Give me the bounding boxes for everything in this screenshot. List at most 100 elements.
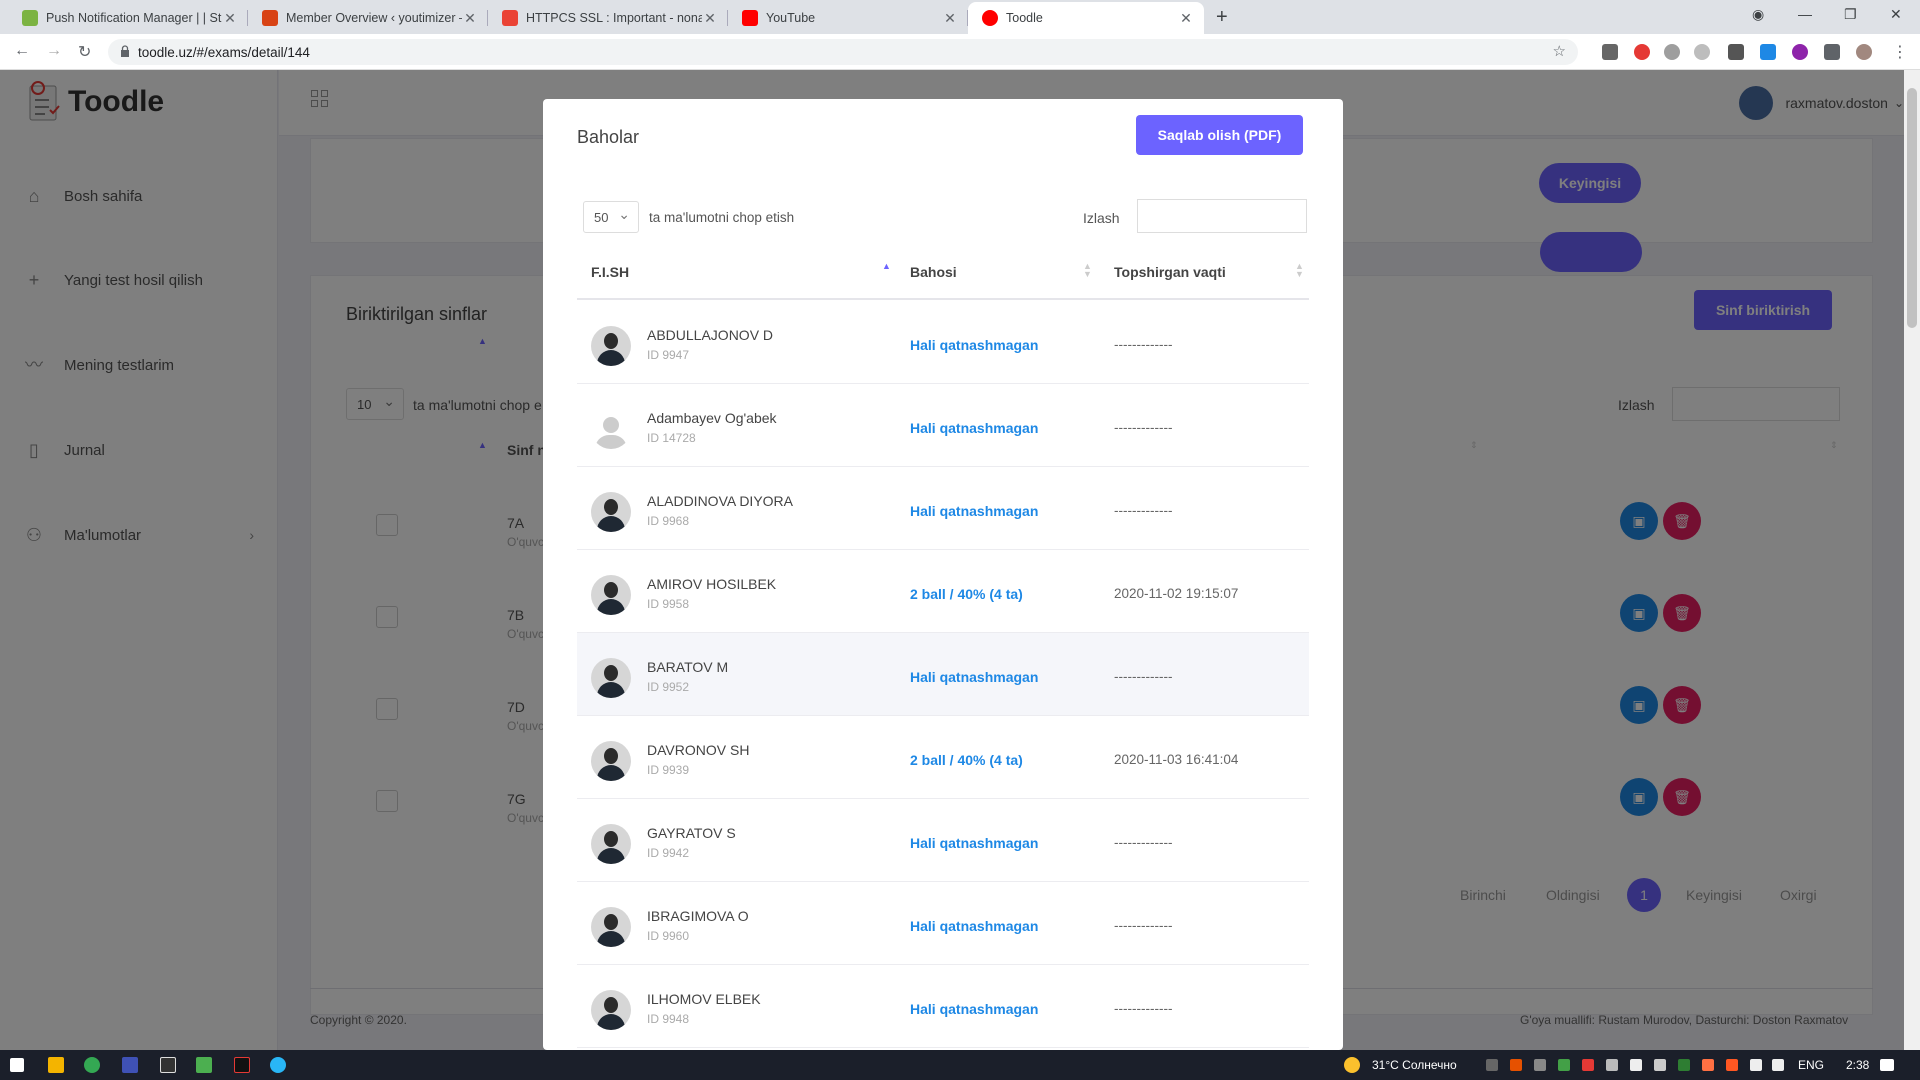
- app-icon[interactable]: [234, 1057, 250, 1073]
- search-input[interactable]: [1137, 199, 1307, 233]
- save-pdf-button[interactable]: Saqlab olish (PDF): [1136, 115, 1303, 155]
- network-icon[interactable]: [1750, 1059, 1762, 1071]
- student-photo: [591, 824, 631, 864]
- browser-tab-strip: Push Notification Manager | | Stu ✕ Memb…: [0, 0, 1920, 34]
- menu-kebab-icon[interactable]: ⋮: [1892, 42, 1908, 62]
- browser-tab[interactable]: YouTube ✕: [728, 2, 968, 34]
- submit-time: -------------: [1114, 1001, 1173, 1016]
- tray-icon[interactable]: [1534, 1059, 1546, 1071]
- table-row[interactable]: IBRAGIMOVA O ID 9960 Hali qatnashmagan -…: [577, 882, 1309, 965]
- close-tab-icon[interactable]: ✕: [222, 10, 238, 27]
- student-grade[interactable]: Hali qatnashmagan: [910, 1001, 1038, 1017]
- telegram-icon[interactable]: [270, 1057, 286, 1073]
- tray-icon[interactable]: [1606, 1059, 1618, 1071]
- submit-time: -------------: [1114, 835, 1173, 850]
- table-row[interactable]: DAVRONOV SH ID 9939 2 ball / 40% (4 ta) …: [577, 716, 1309, 799]
- notifications-icon[interactable]: [1880, 1059, 1894, 1071]
- table-row[interactable]: ALADDINOVA DIYORA ID 9968 Hali qatnashma…: [577, 467, 1309, 550]
- browser-tab[interactable]: HTTPCS SSL : Important - nonam ✕: [488, 2, 728, 34]
- restore-icon[interactable]: ❐: [1844, 6, 1857, 23]
- tab-favicon-icon: [502, 10, 518, 26]
- table-row[interactable]: ABDULLAJONOV D ID 9947 Hali qatnashmagan…: [577, 301, 1309, 384]
- address-bar[interactable]: toodle.uz/#/exams/detail/144 ☆: [108, 39, 1578, 65]
- tray-icon[interactable]: [1726, 1059, 1738, 1071]
- file-explorer-icon[interactable]: [48, 1057, 64, 1073]
- bookmark-star-icon[interactable]: ☆: [1553, 42, 1566, 60]
- tray-icon[interactable]: [1702, 1059, 1714, 1071]
- chrome-icon[interactable]: [84, 1057, 100, 1073]
- tray-icon[interactable]: [1582, 1059, 1594, 1071]
- tab-title: Toodle: [1006, 11, 1043, 25]
- page-scrollbar[interactable]: [1904, 70, 1920, 1050]
- extension-icon[interactable]: [1728, 44, 1744, 60]
- sort-asc-icon[interactable]: ▲: [882, 262, 891, 271]
- student-grade[interactable]: Hali qatnashmagan: [910, 669, 1038, 685]
- profile-icon[interactable]: [1856, 44, 1872, 60]
- page-size-select[interactable]: 50: [583, 201, 639, 233]
- student-grade[interactable]: Hali qatnashmagan: [910, 918, 1038, 934]
- student-photo-placeholder: [591, 409, 631, 449]
- tray-icon[interactable]: [1558, 1059, 1570, 1071]
- column-header-time[interactable]: Topshirgan vaqti: [1114, 264, 1226, 280]
- student-name: DAVRONOV SH: [647, 742, 750, 758]
- extension-icon[interactable]: [1792, 44, 1808, 60]
- close-tab-icon[interactable]: ✕: [462, 10, 478, 27]
- student-grade[interactable]: 2 ball / 40% (4 ta): [910, 586, 1023, 602]
- tray-icon[interactable]: [1654, 1059, 1666, 1071]
- reload-icon[interactable]: ↻: [78, 42, 91, 62]
- student-name: BARATOV M: [647, 659, 729, 675]
- app-icon[interactable]: [122, 1057, 138, 1073]
- table-row[interactable]: GAYRATOV S ID 9942 Hali qatnashmagan ---…: [577, 799, 1309, 882]
- forward-icon[interactable]: →: [46, 42, 62, 60]
- student-grade[interactable]: Hali qatnashmagan: [910, 337, 1038, 353]
- table-row[interactable]: Adambayev Og'abek ID 14728 Hali qatnashm…: [577, 384, 1309, 467]
- column-header-grade[interactable]: Bahosi: [910, 264, 957, 280]
- column-header-name[interactable]: F.I.SH: [591, 264, 629, 280]
- extension-icon[interactable]: [1634, 44, 1650, 60]
- close-tab-icon[interactable]: ✕: [1178, 10, 1194, 27]
- close-window-icon[interactable]: ✕: [1890, 6, 1902, 23]
- sort-icon[interactable]: ▲ ▼: [1295, 262, 1304, 279]
- tray-icon[interactable]: [1630, 1059, 1642, 1071]
- close-tab-icon[interactable]: ✕: [942, 10, 958, 27]
- minimize-icon[interactable]: —: [1798, 6, 1812, 22]
- tray-icon[interactable]: [1678, 1059, 1690, 1071]
- table-header: F.I.SH ▲ Bahosi ▲ ▼ Topshirgan vaqti ▲ ▼: [577, 244, 1309, 300]
- student-grade[interactable]: Hali qatnashmagan: [910, 420, 1038, 436]
- extension-icon[interactable]: [1602, 44, 1618, 60]
- tab-search-icon[interactable]: ◉: [1752, 6, 1764, 23]
- browser-tab[interactable]: Push Notification Manager | | Stu ✕: [8, 2, 248, 34]
- submit-time: -------------: [1114, 337, 1173, 352]
- tray-icon[interactable]: [1486, 1059, 1498, 1071]
- scrollbar-thumb[interactable]: [1907, 88, 1917, 328]
- student-grade[interactable]: Hali qatnashmagan: [910, 503, 1038, 519]
- table-row-hovered[interactable]: BARATOV M ID 9952 Hali qatnashmagan ----…: [577, 633, 1309, 716]
- table-row[interactable]: ILHOMOV ELBEK ID 9948 Hali qatnashmagan …: [577, 965, 1309, 1048]
- sort-icon[interactable]: ▲ ▼: [1083, 262, 1092, 279]
- table-row[interactable]: AMIROV HOSILBEK ID 9958 2 ball / 40% (4 …: [577, 550, 1309, 633]
- windows-start-icon[interactable]: [10, 1058, 24, 1072]
- extension-icon[interactable]: [1694, 44, 1710, 60]
- browser-tab[interactable]: Member Overview ‹ youtimizer – ✕: [248, 2, 488, 34]
- tray-icon[interactable]: [1510, 1059, 1522, 1071]
- student-grade[interactable]: Hali qatnashmagan: [910, 835, 1038, 851]
- grades-modal: Baholar Saqlab olish (PDF) 50 ta ma'lumo…: [543, 99, 1343, 1050]
- submit-time: 2020-11-02 19:15:07: [1114, 586, 1239, 601]
- student-grade[interactable]: 2 ball / 40% (4 ta): [910, 752, 1023, 768]
- student-photo: [591, 990, 631, 1030]
- phpstorm-icon[interactable]: [160, 1057, 176, 1073]
- clock[interactable]: 2:38: [1846, 1058, 1869, 1072]
- app-icon[interactable]: [196, 1057, 212, 1073]
- volume-icon[interactable]: [1772, 1059, 1784, 1071]
- browser-tab-active[interactable]: Toodle ✕: [968, 2, 1204, 34]
- url-text: toodle.uz/#/exams/detail/144: [138, 44, 310, 60]
- weather-text[interactable]: 31°C Солнечно: [1372, 1058, 1457, 1072]
- back-icon[interactable]: ←: [14, 42, 30, 60]
- puzzle-icon[interactable]: [1824, 44, 1840, 60]
- language-indicator[interactable]: ENG: [1798, 1058, 1824, 1072]
- extension-icon[interactable]: [1664, 44, 1680, 60]
- extension-icon[interactable]: [1760, 44, 1776, 60]
- student-id: ID 9942: [647, 846, 690, 860]
- close-tab-icon[interactable]: ✕: [702, 10, 718, 27]
- new-tab-button[interactable]: +: [1216, 6, 1228, 29]
